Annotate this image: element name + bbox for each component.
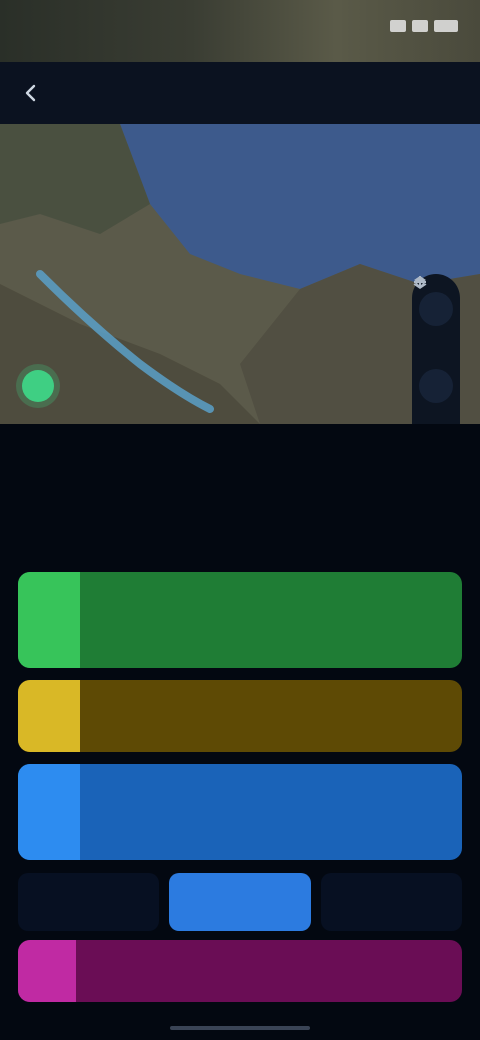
route-section: [0, 424, 480, 1040]
segment-button[interactable]: [320, 873, 462, 931]
route-card-blue[interactable]: [18, 764, 462, 860]
map-view[interactable]: [0, 124, 480, 424]
home-indicator[interactable]: [170, 1026, 310, 1030]
status-bar: [0, 0, 480, 62]
route-color-swatch: [18, 680, 80, 752]
wifi-icon: [412, 20, 428, 32]
layers-icon[interactable]: [413, 276, 453, 403]
segmented-control: [18, 872, 462, 932]
app-header: [0, 62, 480, 124]
segment-button[interactable]: [18, 873, 160, 931]
back-arrow-icon[interactable]: [18, 80, 44, 106]
zoom-in-icon[interactable]: [414, 276, 453, 326]
location-pin-icon[interactable]: [22, 370, 54, 402]
app-screen: [0, 0, 480, 1040]
route-color-swatch: [18, 764, 80, 860]
route-card-yellow[interactable]: [18, 680, 462, 752]
system-icons: [390, 20, 458, 32]
segment-button-active[interactable]: [169, 873, 311, 931]
route-color-swatch: [18, 940, 76, 1002]
battery-icon: [434, 20, 458, 32]
route-color-swatch: [18, 572, 80, 668]
signal-icon: [390, 20, 406, 32]
map-controls: [412, 274, 460, 424]
route-card-green[interactable]: [18, 572, 462, 668]
map-imagery: [0, 124, 480, 424]
route-card-magenta[interactable]: [18, 940, 462, 1002]
